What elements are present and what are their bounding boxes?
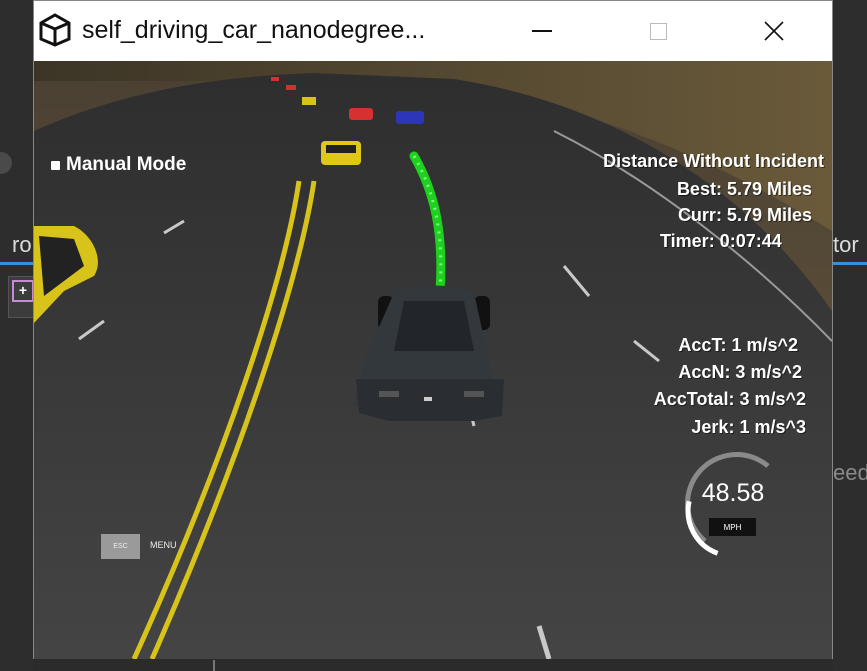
current-distance: Curr: 5.79 Miles <box>677 205 812 225</box>
close-button[interactable] <box>744 1 804 61</box>
background-app-left <box>0 0 33 671</box>
background-text-right: tor <box>833 232 859 257</box>
close-icon <box>764 21 784 41</box>
timer: Timer: 0:07:44 <box>660 231 782 251</box>
acc-t: AccT: 1 m/s^2 <box>678 335 798 355</box>
unity-logo-icon <box>39 13 71 47</box>
game-viewport[interactable]: Manual Mode Distance Without Incident Be… <box>34 61 832 659</box>
plus-icon: + <box>12 280 34 302</box>
manual-mode-label: Manual Mode <box>66 154 187 175</box>
distance-heading: Distance Without Incident <box>603 151 824 171</box>
background-accent-bar-right <box>833 262 867 265</box>
minimize-button[interactable] <box>512 1 572 61</box>
menu-label: MENU <box>150 540 177 550</box>
manual-mode-toggle[interactable]: Manual Mode <box>51 154 186 176</box>
background-divider <box>213 660 215 671</box>
title-bar[interactable]: self_driving_car_nanodegree... <box>34 1 832 61</box>
speed-unit: MPH <box>709 518 756 536</box>
background-app-right <box>833 0 867 671</box>
speed-value: 48.58 <box>701 479 765 507</box>
window-title: self_driving_car_nanodegree... <box>82 16 426 44</box>
acc-total: AccTotal: 3 m/s^2 <box>653 389 806 409</box>
simulator-window: self_driving_car_nanodegree... Manual Mo… <box>33 0 833 659</box>
manual-mode-checkbox[interactable] <box>51 160 60 170</box>
jerk: Jerk: 1 m/s^3 <box>691 417 806 437</box>
esc-button[interactable]: ESC <box>101 534 140 559</box>
background-text-left: ro <box>12 232 32 257</box>
maximize-icon <box>649 22 667 40</box>
best-distance: Best: 5.79 Miles <box>676 179 812 199</box>
maximize-button[interactable] <box>628 1 688 61</box>
background-accent-bar <box>0 262 33 265</box>
minimize-icon <box>532 30 552 32</box>
background-text-right-2: eed <box>833 460 867 485</box>
acc-n: AccN: 3 m/s^2 <box>678 362 802 382</box>
